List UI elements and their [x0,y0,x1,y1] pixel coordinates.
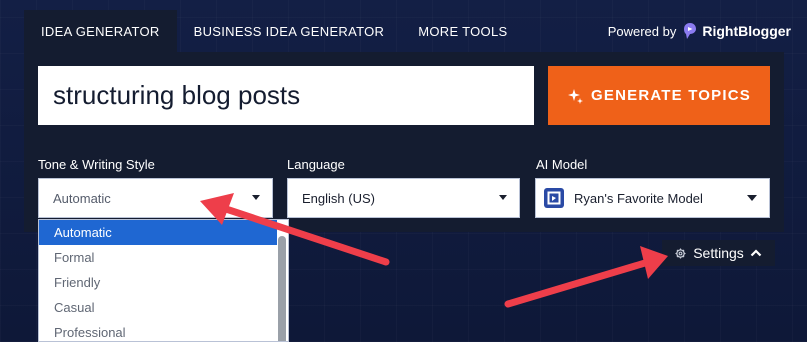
tone-select-value: Automatic [53,190,111,206]
ai-model-select[interactable]: Ryan's Favorite Model [535,178,770,218]
tone-label: Tone & Writing Style [38,157,155,172]
gear-icon [675,247,686,259]
tone-select[interactable]: Automatic [38,178,273,218]
tab-bar: IDEA GENERATOR BUSINESS IDEA GENERATOR M… [24,10,807,52]
annotation-arrow-to-settings [504,246,668,308]
chevron-down-icon [252,195,260,200]
rightblogger-logo-icon [684,23,697,39]
tab-business-idea-generator[interactable]: BUSINESS IDEA GENERATOR [177,10,402,52]
powered-by[interactable]: Powered by RightBlogger [608,10,791,52]
settings-label: Settings [693,245,744,261]
tab-idea-generator[interactable]: IDEA GENERATOR [24,10,177,52]
language-select[interactable]: English (US) [287,178,520,218]
dropdown-scrollbar[interactable] [278,236,286,341]
generate-topics-label: GENERATE TOPICS [591,87,751,104]
powered-by-brand: RightBlogger [702,23,791,39]
tone-option[interactable]: Friendly [39,270,277,295]
settings-toggle[interactable]: Settings [662,240,775,266]
tone-option[interactable]: Professional [39,320,277,341]
chevron-down-icon [499,195,507,200]
language-label: Language [287,157,345,172]
generate-topics-button[interactable]: GENERATE TOPICS [548,66,770,125]
chevron-up-icon [750,249,762,257]
tab-more-tools[interactable]: MORE TOOLS [401,10,524,52]
chevron-down-icon [747,195,757,201]
tone-option[interactable]: Formal [39,245,277,270]
sparkle-icon [568,88,584,104]
generator-panel: structuring blog posts GENERATE TOPICS T… [24,52,784,232]
tone-option[interactable]: Casual [39,295,277,320]
ai-model-select-value: Ryan's Favorite Model [574,190,703,206]
model-logo-icon [544,188,564,208]
ai-model-label: AI Model [536,157,588,172]
tone-dropdown-list[interactable]: Automatic Formal Friendly Casual Profess… [38,219,289,342]
powered-by-prefix: Powered by [607,23,677,39]
topic-input[interactable]: structuring blog posts [38,66,534,125]
language-select-value: English (US) [302,190,375,206]
tone-option[interactable]: Automatic [39,220,277,245]
